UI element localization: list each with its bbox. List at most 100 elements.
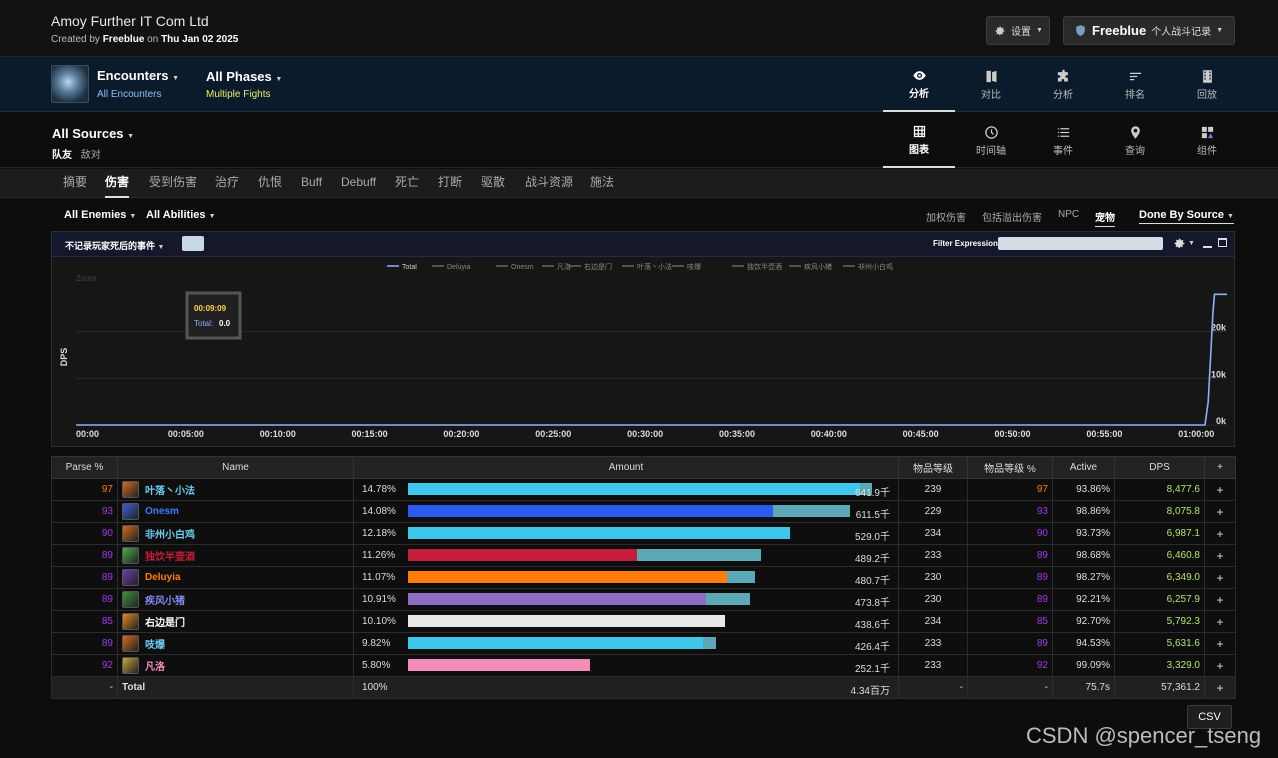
tab-compare[interactable]: 对比 bbox=[955, 57, 1027, 112]
subtab-damage[interactable]: 伤害 bbox=[105, 169, 130, 198]
row-add-button[interactable]: + bbox=[1204, 654, 1236, 677]
name-cell[interactable]: Deluyia bbox=[117, 566, 354, 589]
name-cell[interactable]: 凡洛 bbox=[117, 654, 354, 677]
row-add-button[interactable]: + bbox=[1204, 610, 1236, 633]
chevron-down-icon[interactable]: ▼ bbox=[1188, 240, 1195, 247]
name-cell[interactable]: 吱爆 bbox=[117, 632, 354, 655]
weighted-damage-option[interactable]: 加权伤害 bbox=[926, 209, 966, 224]
table-row[interactable]: 89 Deluyia 11.07% 480.7千 230 89 98.27% 6,349.0 + bbox=[51, 566, 1236, 589]
row-add-button[interactable]: + bbox=[1204, 632, 1236, 655]
subtab-resources[interactable]: 战斗资源 bbox=[525, 169, 573, 198]
name-cell[interactable]: 非州小白鸡 bbox=[117, 522, 354, 545]
npc-option[interactable]: NPC bbox=[1058, 209, 1079, 220]
table-row[interactable]: 97 叶落丶小法 14.78% 641.9千 239 97 93.86% 8,477.6 + bbox=[51, 478, 1236, 501]
row-add-button[interactable]: + bbox=[1204, 522, 1236, 545]
parse-cell: 89 bbox=[51, 566, 118, 589]
done-by-dropdown[interactable]: Done By Source ▼ bbox=[1139, 209, 1234, 224]
tab-analysis[interactable]: 分析 bbox=[1027, 57, 1099, 112]
amount-cell: 10.10% 438.6千 bbox=[353, 610, 899, 633]
tab-events[interactable]: 事件 bbox=[1027, 113, 1099, 168]
row-add-button[interactable]: + bbox=[1204, 544, 1236, 567]
subtab-dispels[interactable]: 驱散 bbox=[481, 169, 505, 198]
spec-icon bbox=[122, 525, 139, 542]
tab-rankings[interactable]: 排名 bbox=[1099, 57, 1171, 112]
subtab-damage-taken[interactable]: 受到伤害 bbox=[149, 169, 197, 198]
minimize-icon[interactable] bbox=[1203, 246, 1212, 248]
tab-widgets[interactable]: 组件 bbox=[1171, 113, 1243, 168]
col-ilvl[interactable]: 物品等级 bbox=[898, 456, 968, 479]
col-active[interactable]: Active bbox=[1052, 456, 1115, 479]
table-row[interactable]: 89 吱爆 9.82% 426.4千 233 89 94.53% 5,631.6 + bbox=[51, 632, 1236, 655]
x-tick-label: 00:35:00 bbox=[719, 429, 755, 439]
col-dps[interactable]: DPS bbox=[1114, 456, 1205, 479]
tab-timeline[interactable]: 时间轴 bbox=[955, 113, 1027, 168]
player-name: 非州小白鸡 bbox=[145, 530, 195, 541]
series-line-0 bbox=[76, 293, 1227, 426]
subtab-debuffs[interactable]: Debuff bbox=[341, 169, 376, 198]
dps-cell: 5,792.3 bbox=[1114, 610, 1205, 633]
table-row[interactable]: 93 Onesm 14.08% 611.5千 229 93 98.86% 8,075.8 + bbox=[51, 500, 1236, 523]
settings-button[interactable]: 设置 ▼ bbox=[986, 16, 1050, 45]
name-cell[interactable]: 疾风小猪 bbox=[117, 588, 354, 611]
overkill-option[interactable]: 包括溢出伤害 bbox=[982, 209, 1042, 224]
name-cell[interactable]: Onesm bbox=[117, 500, 354, 523]
filter-expression-input[interactable] bbox=[998, 237, 1163, 250]
enemies-dropdown[interactable]: All Enemies ▼ bbox=[64, 209, 136, 221]
subtab-casts[interactable]: 施法 bbox=[590, 169, 614, 198]
tab-analyze[interactable]: 分析 bbox=[883, 57, 955, 112]
col-amount[interactable]: Amount bbox=[353, 456, 899, 479]
parse-cell: 89 bbox=[51, 632, 118, 655]
row-add-button[interactable]: + bbox=[1204, 566, 1236, 589]
tab-charts[interactable]: 图表 bbox=[883, 113, 955, 168]
abilities-dropdown[interactable]: All Abilities ▼ bbox=[146, 209, 216, 221]
x-tick-label: 00:10:00 bbox=[260, 429, 296, 439]
table-row[interactable]: 90 非州小白鸡 12.18% 529.0千 234 90 93.73% 6,987.1 + bbox=[51, 522, 1236, 545]
phases-dropdown[interactable]: All Phases ▼ bbox=[206, 69, 282, 84]
row-add-button[interactable]: + bbox=[1204, 588, 1236, 611]
gear-icon[interactable] bbox=[1173, 237, 1186, 250]
subtab-interrupts[interactable]: 打断 bbox=[438, 169, 462, 198]
ilvl-cell: 234 bbox=[898, 522, 968, 545]
ilvl-cell: 233 bbox=[898, 544, 968, 567]
death-filter-dropdown[interactable]: 不记录玩家死后的事件 ▼ bbox=[65, 239, 164, 252]
col-ilvl-pct[interactable]: 物品等级 % bbox=[967, 456, 1053, 479]
pets-option[interactable]: 宠物 bbox=[1095, 209, 1115, 227]
pet-amount-bar bbox=[772, 505, 850, 517]
x-tick-label: 00:20:00 bbox=[443, 429, 479, 439]
subtab-threat[interactable]: 仇恨 bbox=[258, 169, 282, 198]
row-add-button[interactable]: + bbox=[1204, 500, 1236, 523]
encounters-dropdown[interactable]: Encounters ▼ bbox=[97, 68, 179, 83]
tab-replay[interactable]: 回放 bbox=[1171, 57, 1243, 112]
creator-name[interactable]: Freeblue bbox=[103, 34, 145, 45]
subtab-summary[interactable]: 摘要 bbox=[63, 169, 87, 198]
dps-chart[interactable]: Total Deluyia Onesm 凡洛 右边是门 叶落丶小法 吱爆 独饮半壶酒 疾风小猪 非… bbox=[52, 257, 1234, 446]
col-name[interactable]: Name bbox=[117, 456, 354, 479]
subtab-buffs[interactable]: Buff bbox=[301, 169, 322, 198]
table-row[interactable]: 89 疾风小猪 10.91% 473.8千 230 89 92.21% 6,257.9 + bbox=[51, 588, 1236, 611]
tab-query[interactable]: 查询 bbox=[1099, 113, 1171, 168]
table-row[interactable]: 89 独饮半壶酒 11.26% 489.2千 233 89 98.68% 6,460.8 + bbox=[51, 544, 1236, 567]
maximize-icon[interactable] bbox=[1218, 238, 1227, 247]
legend-item: 吱爆 bbox=[687, 262, 701, 271]
player-name: 独饮半壶酒 bbox=[145, 552, 195, 563]
subtab-healing[interactable]: 治疗 bbox=[215, 169, 239, 198]
shield-icon bbox=[1076, 25, 1085, 36]
table-row[interactable]: 85 右边是门 10.10% 438.6千 234 85 92.70% 5,792.3 + bbox=[51, 610, 1236, 633]
death-filter-toggle[interactable] bbox=[182, 236, 204, 251]
friendly-option[interactable]: 队友 bbox=[52, 150, 72, 161]
name-cell[interactable]: 右边是门 bbox=[117, 610, 354, 633]
add-column-button[interactable]: + bbox=[1204, 676, 1236, 699]
widgets-icon bbox=[1201, 126, 1213, 138]
puzzle-icon bbox=[1057, 69, 1068, 81]
col-add[interactable]: + bbox=[1204, 456, 1236, 479]
table-row[interactable]: 92 凡洛 5.80% 252.1千 233 92 99.09% 3,329.0 + bbox=[51, 654, 1236, 677]
row-add-button[interactable]: + bbox=[1204, 478, 1236, 501]
col-parse[interactable]: Parse % bbox=[51, 456, 118, 479]
subtab-deaths[interactable]: 死亡 bbox=[395, 169, 419, 198]
parse-cell: 92 bbox=[51, 654, 118, 677]
name-cell[interactable]: 独饮半壶酒 bbox=[117, 544, 354, 567]
user-menu-button[interactable]: Freeblue 个人战斗记录 ▼ bbox=[1063, 16, 1235, 45]
enemy-option[interactable]: 敌对 bbox=[81, 150, 101, 161]
sources-dropdown[interactable]: All Sources ▼ bbox=[52, 126, 134, 141]
name-cell[interactable]: 叶落丶小法 bbox=[117, 478, 354, 501]
